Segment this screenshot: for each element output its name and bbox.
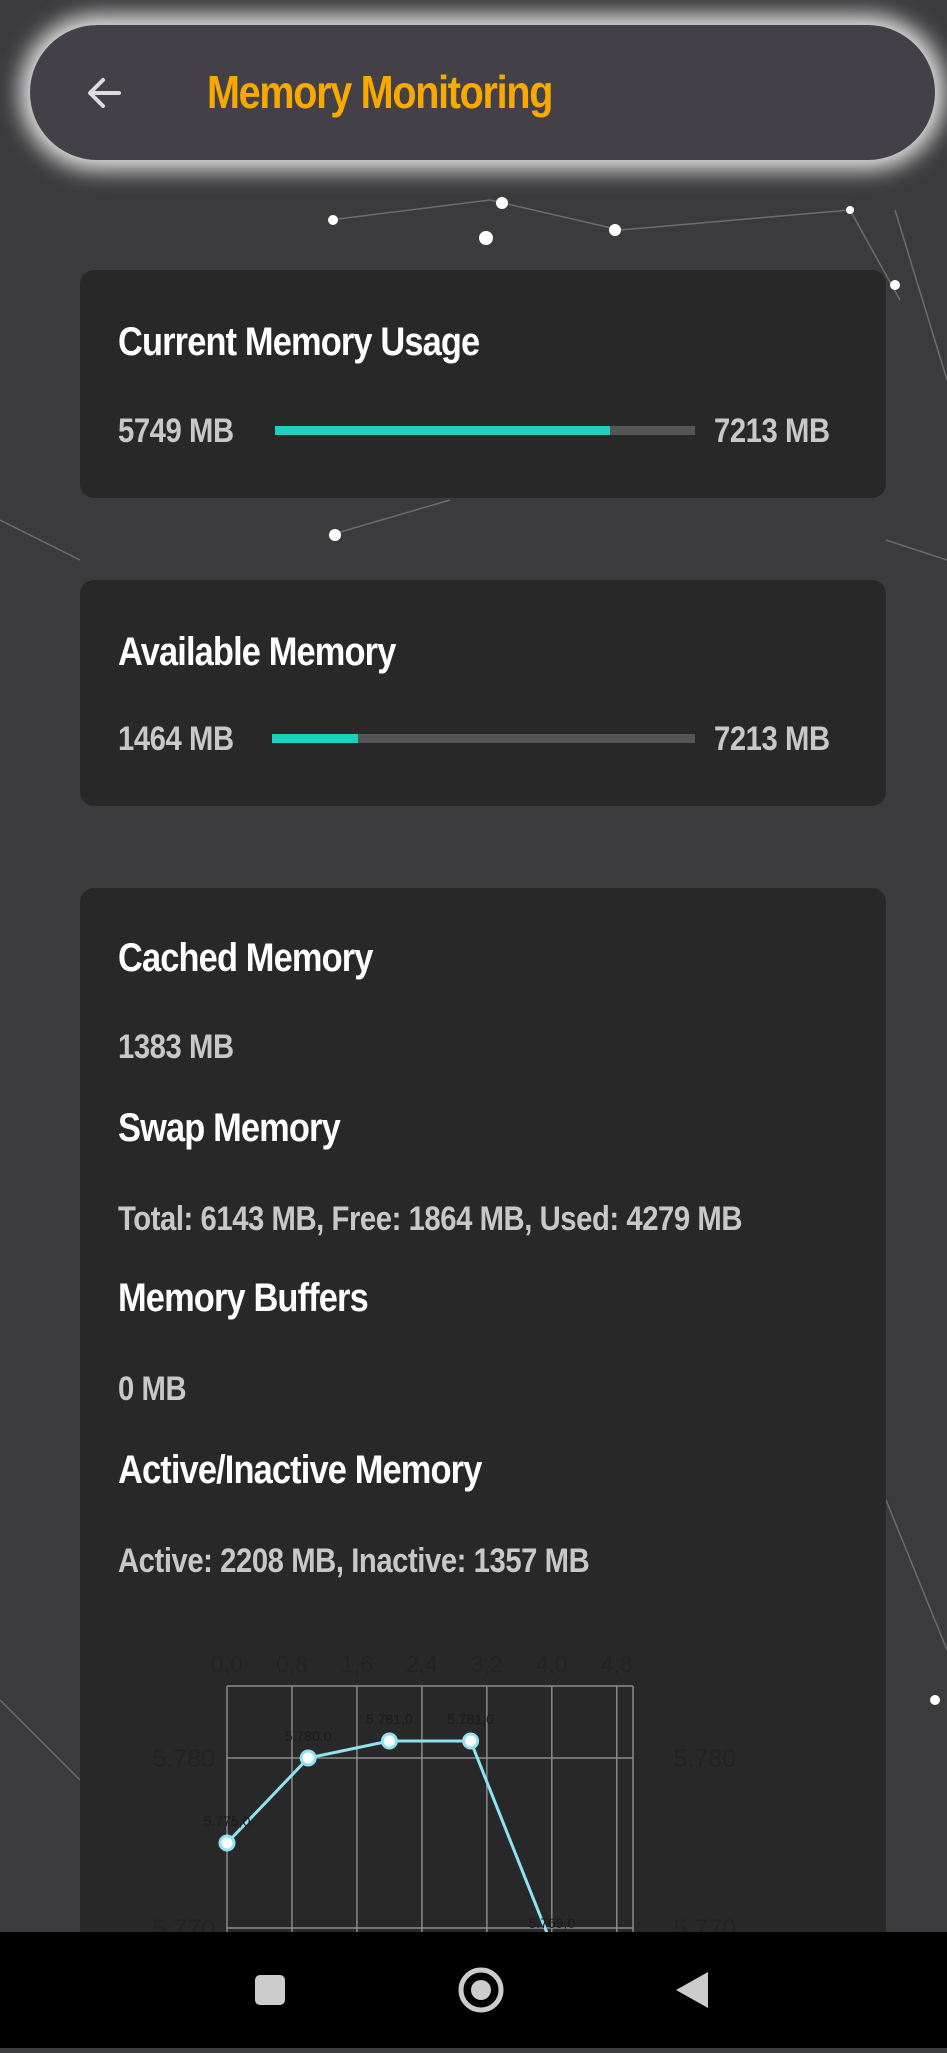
data-point (380, 1732, 398, 1750)
data-label: 5.781,0 (366, 1711, 413, 1727)
data-point (218, 1834, 236, 1852)
system-nav-bar (0, 1932, 947, 2048)
data-label: 5.780,0 (285, 1728, 332, 1744)
x-tick-label: 4,8 (601, 1651, 633, 1677)
circle-home-dot (471, 1980, 491, 2000)
x-tick-label: 1,6 (341, 1651, 373, 1677)
y-tick-label-left: 5.780 (152, 1745, 215, 1773)
data-point (299, 1749, 317, 1767)
x-tick-label: 0,8 (276, 1651, 308, 1677)
y-tick-label-right: 5.780 (673, 1745, 736, 1773)
x-tick-label: 2,4 (406, 1651, 438, 1677)
x-tick-label: 3,2 (471, 1651, 503, 1677)
x-tick-label: 0,0 (211, 1651, 243, 1677)
data-label: 5.769,0 (528, 1915, 575, 1931)
series-line (225, 1739, 554, 1946)
square-recents-icon[interactable] (255, 1975, 285, 2005)
x-tick-label: 4,0 (536, 1651, 568, 1677)
data-label: 5.775,0 (204, 1813, 251, 1829)
memory-line-chart: 0,0 0,8 1,6 2,4 3,2 4,0 4,85.780 5.7805.770 5.77… (152, 1651, 736, 1954)
data-label: 5.781,0 (447, 1711, 494, 1727)
triangle-back-icon[interactable] (676, 1972, 708, 2008)
data-point (462, 1732, 480, 1750)
